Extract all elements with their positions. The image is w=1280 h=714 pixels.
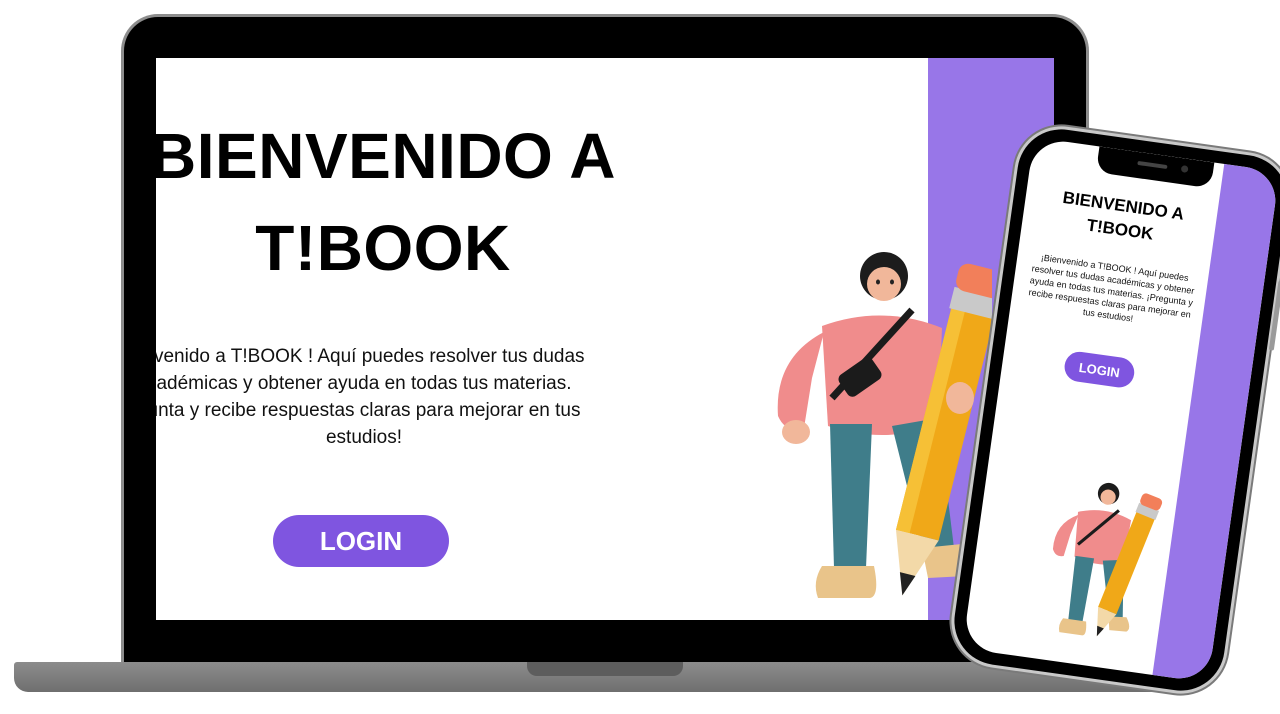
desktop-screen: BIENVENIDO A T!BOOK nvenido a T!BOOK ! A… [156, 58, 1054, 620]
hero-description-line: estudios! [325, 427, 403, 448]
mobile-login-button[interactable]: LOGIN [1062, 349, 1137, 390]
mobile-title-line2: T!BOOK [1085, 215, 1155, 244]
mobile-title-line1: BIENVENIDO A [1061, 187, 1186, 224]
mobile-hero-title: BIENVENIDO A T!BOOK [1029, 182, 1214, 255]
hero-description-line: nvenido a T!BOOK ! Aquí puedes resolver … [156, 346, 585, 367]
hero-description-line: adémicas y obtener ayuda en todas tus ma… [156, 373, 572, 394]
hero-description-line: unta y recibe respuestas claras para mej… [156, 400, 581, 421]
login-button[interactable]: LOGIN [273, 515, 449, 567]
speaker-grille [1137, 160, 1168, 170]
hero-title-line2: T!BOOK [255, 212, 511, 284]
mobile-hero-description: ¡Bienvenido a T!BOOK ! Aquí puedes resol… [1028, 252, 1196, 324]
hero-description: nvenido a T!BOOK ! Aquí puedes resolver … [156, 343, 624, 451]
camera-icon [1180, 165, 1189, 173]
laptop-hinge-notch [527, 662, 683, 676]
hero-title: BIENVENIDO A T!BOOK [156, 110, 668, 294]
student-pencil-illustration [777, 252, 992, 598]
hero-title-line1: BIENVENIDO A [156, 120, 616, 192]
mobile-student-pencil-illustration [1052, 482, 1163, 637]
